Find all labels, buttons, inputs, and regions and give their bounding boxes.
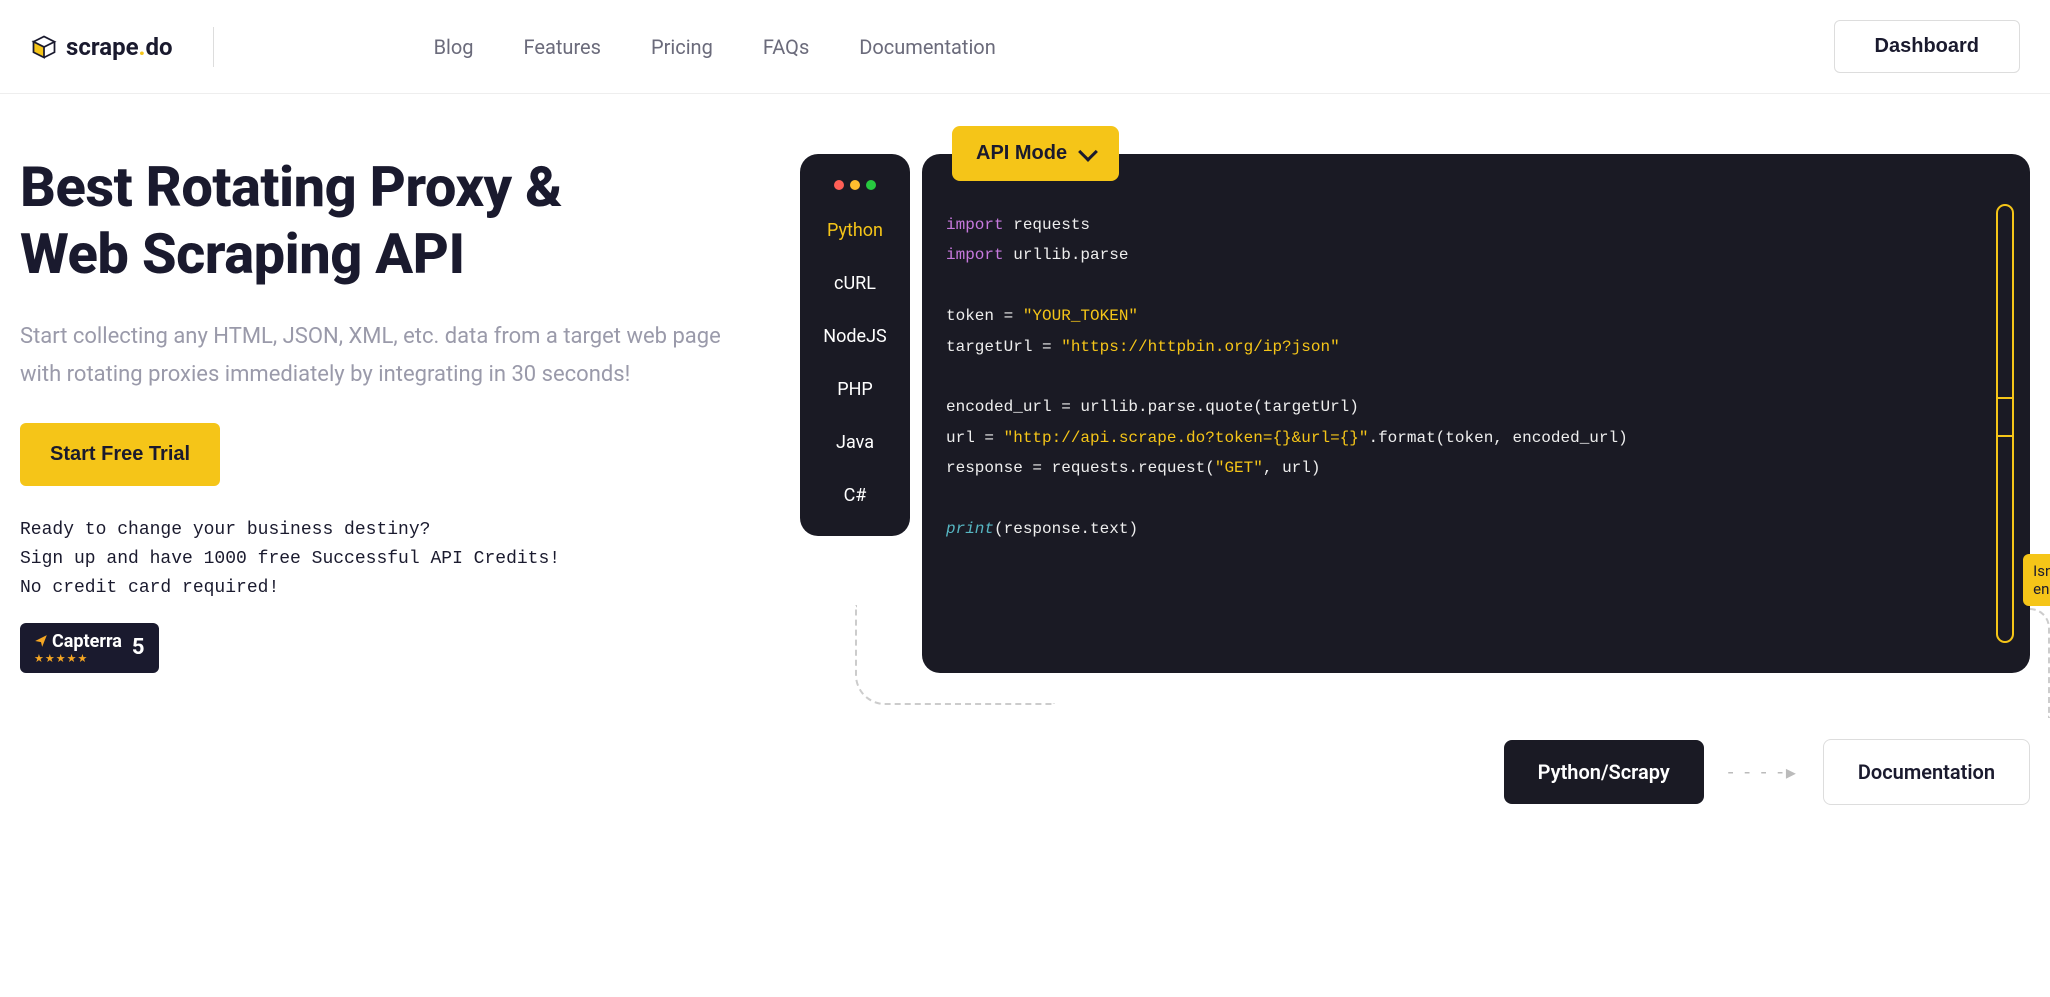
dashed-connector-left [855,605,1055,705]
hero-title: Best Rotating Proxy & Web Scraping API [20,154,760,288]
code-example: import requests import urllib.parse toke… [946,154,2006,544]
flow-arrow-icon: - - - -▸ [1728,760,1799,784]
nav-features[interactable]: Features [524,35,601,59]
code-panel: API Mode import requests import urllib.p… [922,154,2030,673]
scrollbar[interactable] [1996,204,2014,643]
chevron-down-icon [1078,142,1098,162]
capterra-stars: ★★★★★ [34,652,122,665]
dashed-connector-right [2010,608,2050,718]
flow-python-scrapy[interactable]: Python/Scrapy [1504,740,1704,804]
traffic-light-red [834,180,844,190]
logo-dot: . [139,33,146,61]
isnt-that-enough-badge[interactable]: Isn't that enough? [2023,554,2050,606]
scrollbar-handle[interactable] [1998,397,2012,437]
nav-pricing[interactable]: Pricing [651,35,713,59]
nav-faqs[interactable]: FAQs [763,35,809,59]
capterra-arrow-icon [34,634,48,648]
lang-tab-python[interactable]: Python [827,210,883,251]
capterra-score: 5 [132,635,145,660]
lang-tab-csharp[interactable]: C# [844,475,867,516]
nav-blog[interactable]: Blog [434,35,474,59]
flow-documentation[interactable]: Documentation [1823,739,2030,805]
traffic-light-green [866,180,876,190]
capterra-label: Capterra [52,631,122,652]
header-divider [213,27,214,67]
lang-tab-php[interactable]: PHP [837,369,873,410]
logo-text: scrape [66,33,139,61]
start-free-trial-button[interactable]: Start Free Trial [20,423,220,486]
language-tabs: Python cURL NodeJS PHP Java C# [800,154,910,536]
capterra-badge[interactable]: Capterra ★★★★★ 5 [20,623,159,673]
traffic-lights [834,174,876,198]
traffic-light-yellow [850,180,860,190]
promo-text: Ready to change your business destiny? S… [20,516,760,602]
lang-tab-nodejs[interactable]: NodeJS [823,316,886,357]
logo[interactable]: scrape.do [30,33,173,61]
hero-subtitle: Start collecting any HTML, JSON, XML, et… [20,318,760,393]
lang-tab-curl[interactable]: cURL [834,263,876,304]
api-mode-dropdown[interactable]: API Mode [952,126,1119,181]
nav-documentation[interactable]: Documentation [859,35,996,59]
logo-suffix: do [146,33,173,61]
logo-icon [30,33,58,61]
dashboard-button[interactable]: Dashboard [1834,20,2020,73]
lang-tab-java[interactable]: Java [836,422,874,463]
